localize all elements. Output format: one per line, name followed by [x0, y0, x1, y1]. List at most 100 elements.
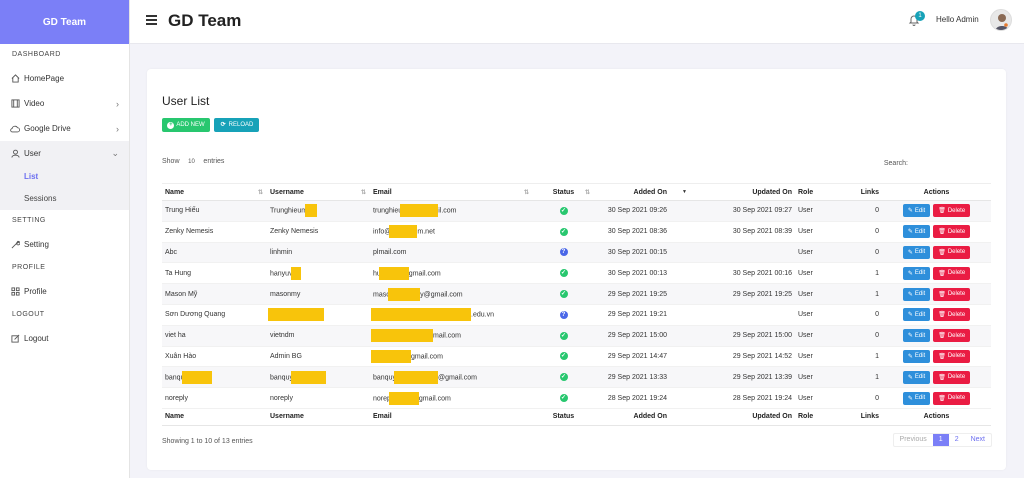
edit-button[interactable]: ✎ Edit	[902, 225, 931, 239]
sidebar-subitem-sessions[interactable]: Sessions	[0, 188, 129, 210]
cell-added-on: 28 Sep 2021 19:24	[594, 387, 697, 409]
cell-role: User	[795, 304, 847, 326]
table-row: Sơn Dương Quang .edu.vn? 29 Sep 2021 19:21…	[162, 304, 991, 326]
entries-label: entries	[203, 158, 225, 165]
column-header-name[interactable]: Name	[162, 183, 267, 201]
search-input[interactable]	[912, 158, 992, 168]
row-actions: ✎ Edit 🗑 Delete	[885, 308, 988, 322]
column-header-added-on[interactable]: Added On	[594, 183, 697, 201]
sidebar-item-video[interactable]: Video ›	[0, 91, 129, 116]
trash-icon: 🗑	[938, 312, 946, 319]
cloud-icon	[10, 124, 20, 134]
username-text: vietndm	[270, 332, 295, 340]
delete-button[interactable]: 🗑 Delete	[933, 391, 971, 405]
delete-label: Delete	[947, 395, 966, 402]
delete-button[interactable]: 🗑 Delete	[933, 266, 971, 280]
pencil-icon: ✎	[907, 333, 913, 340]
footer-header-links: Links	[847, 407, 882, 426]
cell-links: 0	[847, 304, 882, 326]
edit-button[interactable]: ✎ Edit	[902, 204, 931, 218]
cell-updated-on: 30 Sep 2021 08:39	[697, 221, 795, 243]
table-row: banqu banquy banquy @gmail.com ✓ 29 Sep 2021 …	[162, 366, 991, 389]
pencil-icon: ✎	[907, 270, 913, 277]
delete-button[interactable]: 🗑 Delete	[933, 329, 971, 343]
section-dashboard: DASHBOARD	[12, 51, 61, 58]
delete-label: Delete	[947, 228, 966, 235]
pencil-icon: ✎	[907, 353, 913, 360]
cell-actions: ✎ Edit 🗑 Delete	[882, 366, 991, 389]
table-row: Abc linhmin plmail.com? 30 Sep 2021 00:15 Us…	[162, 242, 991, 264]
delete-button[interactable]: 🗑 Delete	[933, 225, 971, 239]
edit-button[interactable]: ✎ Edit	[902, 287, 931, 301]
redaction-mark	[388, 391, 419, 405]
sidebar-item-logout[interactable]: Logout	[0, 326, 129, 351]
table-row: viet ha vietndm mail.com ✓ 29 Sep 2021 15:00…	[162, 325, 991, 347]
column-header-status[interactable]: Status	[533, 183, 594, 201]
redaction-mark	[400, 204, 439, 218]
cell-role: User	[795, 387, 847, 409]
delete-button[interactable]: 🗑 Delete	[933, 349, 971, 363]
delete-button[interactable]: 🗑 Delete	[933, 370, 971, 384]
cell-actions: ✎ Edit 🗑 Delete	[882, 200, 991, 222]
notification-badge: 1	[915, 11, 925, 21]
sidebar-item-google-drive[interactable]: Google Drive ›	[0, 116, 129, 141]
sidebar-item-profile[interactable]: Profile	[0, 279, 129, 304]
column-header-role[interactable]: Role	[795, 183, 847, 201]
cell-email: trunghieu il.com	[370, 200, 533, 222]
email-text: banquy	[373, 374, 396, 382]
cell-username: banquy	[267, 366, 370, 389]
cell-added-on: 29 Sep 2021 15:00	[594, 325, 697, 347]
brand-logo[interactable]: GD Team	[0, 0, 129, 44]
pagination: Previous 1 2 Next	[892, 433, 992, 447]
greeting[interactable]: Hello Admin	[936, 15, 979, 24]
edit-button[interactable]: ✎ Edit	[902, 308, 931, 322]
page-length-control: Show 10 entries	[162, 158, 224, 165]
cell-links: 1	[847, 346, 882, 368]
avatar[interactable]	[990, 9, 1012, 31]
edit-label: Edit	[914, 207, 926, 214]
add-new-button[interactable]: + ADD NEW	[162, 118, 210, 132]
search-label: Search:	[883, 159, 908, 167]
edit-button[interactable]: ✎ Edit	[902, 391, 931, 405]
column-header-email[interactable]: Email	[370, 183, 533, 201]
edit-button[interactable]: ✎ Edit	[902, 329, 931, 343]
redaction-mark	[388, 287, 421, 301]
column-header-links[interactable]: Links	[847, 183, 882, 201]
edit-button[interactable]: ✎ Edit	[902, 266, 931, 280]
sidebar-item-label: Google Drive	[24, 124, 71, 133]
pencil-icon: ✎	[907, 291, 913, 298]
cell-added-on: 30 Sep 2021 00:13	[594, 262, 697, 285]
sidebar-subitem-list[interactable]: List	[0, 166, 129, 188]
edit-label: Edit	[914, 353, 926, 360]
column-header-username[interactable]: Username	[267, 183, 370, 201]
table-row: Mason Mỹ masonmy maso y@gmail.com ✓ 29 Sep 20…	[162, 283, 991, 305]
column-header-updated-on[interactable]: Updated On	[697, 183, 795, 201]
page-length-select[interactable]: 10	[181, 159, 201, 165]
sidebar-item-label: HomePage	[24, 74, 65, 83]
email-tail-text: y@gmail.com	[420, 290, 463, 298]
delete-button[interactable]: 🗑 Delete	[933, 308, 971, 322]
sidebar-item-homepage[interactable]: HomePage	[0, 66, 129, 91]
delete-button[interactable]: 🗑 Delete	[933, 287, 971, 301]
pagination-previous[interactable]: Previous	[894, 434, 933, 446]
menu-icon[interactable]	[146, 15, 157, 25]
edit-button[interactable]: ✎ Edit	[902, 370, 931, 384]
row-actions: ✎ Edit 🗑 Delete	[885, 266, 988, 280]
delete-button[interactable]: 🗑 Delete	[933, 204, 971, 218]
reload-button[interactable]: ⟳ RELOAD	[214, 118, 259, 132]
pagination-page-2[interactable]: 2	[949, 434, 965, 446]
sidebar-item-user[interactable]: User ⌄	[0, 141, 129, 166]
delete-button[interactable]: 🗑 Delete	[933, 245, 971, 259]
trash-icon: 🗑	[938, 374, 946, 381]
username-text: hanyuv	[270, 270, 293, 278]
sidebar-item-setting[interactable]: Setting	[0, 232, 129, 257]
pagination-page-1[interactable]: 1	[932, 434, 949, 446]
row-actions: ✎ Edit 🗑 Delete	[885, 370, 988, 384]
edit-button[interactable]: ✎ Edit	[902, 245, 931, 259]
edit-button[interactable]: ✎ Edit	[902, 349, 931, 363]
cell-email: .edu.vn	[370, 304, 533, 326]
cell-username: masonmy	[267, 283, 370, 305]
pagination-next[interactable]: Next	[965, 434, 991, 446]
name-text: viet ha	[165, 332, 186, 340]
section-setting: SETTING	[12, 217, 46, 224]
